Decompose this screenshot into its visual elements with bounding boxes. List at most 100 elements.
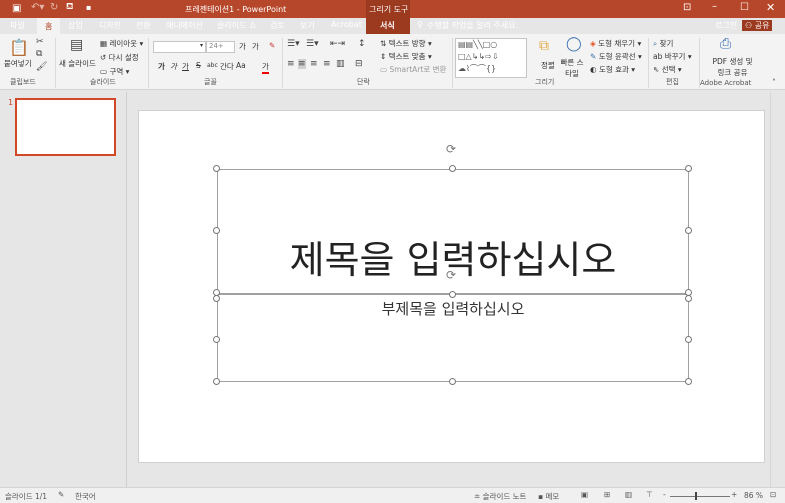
resize-handle[interactable]	[685, 227, 692, 234]
arrange-icon[interactable]: ⧉	[539, 38, 549, 54]
tab-view[interactable]: 보기	[300, 20, 315, 31]
resize-handle[interactable]	[213, 295, 220, 302]
section-button[interactable]: ▭ 구역 ▾	[100, 66, 129, 77]
ribbon-display-icon[interactable]: ⊡	[683, 2, 691, 13]
customize-qat-icon[interactable]: ▪	[86, 3, 91, 12]
numbering-icon[interactable]: ☰▾	[306, 39, 319, 49]
slide-sorter-icon[interactable]: ⊞	[604, 490, 610, 499]
slide-thumbnail[interactable]	[15, 98, 116, 156]
resize-handle[interactable]	[213, 378, 220, 385]
justify-icon[interactable]: ≡	[323, 59, 331, 69]
italic-button[interactable]: 가	[170, 61, 177, 72]
reset-button[interactable]: ↺ 다시 설정	[100, 52, 139, 63]
resize-handle[interactable]	[685, 336, 692, 343]
language-indicator[interactable]: 한국어	[75, 491, 96, 502]
reading-view-icon[interactable]: ▥	[625, 490, 632, 499]
signin-link[interactable]: 로그인	[715, 20, 737, 31]
strikethrough-button[interactable]: S	[196, 61, 201, 70]
subtitle-text[interactable]: 부제목을 입력하십시오	[218, 298, 688, 319]
rotate-handle-icon[interactable]: ⟳	[446, 142, 456, 156]
new-slide-icon[interactable]: ▤	[70, 37, 83, 53]
columns-icon[interactable]: ▥	[336, 59, 345, 69]
shrink-font-button[interactable]: 가	[252, 41, 259, 52]
align-text-button[interactable]: ⇕ 텍스트 맞춤 ▾	[380, 51, 432, 62]
tab-file[interactable]: 파일	[10, 20, 25, 31]
align-left-icon[interactable]: ≡	[287, 59, 295, 69]
zoom-slider-thumb[interactable]	[695, 492, 698, 500]
tab-animations[interactable]: 애니메이션	[166, 20, 203, 31]
format-painter-icon[interactable]: 🖌	[36, 62, 47, 72]
resize-handle[interactable]	[449, 165, 456, 172]
bold-button[interactable]: 가	[158, 61, 165, 72]
resize-handle[interactable]	[685, 295, 692, 302]
text-direction-button[interactable]: ⇅ 텍스트 방향 ▾	[380, 38, 432, 49]
quick-styles-button[interactable]: 빠른 스타일	[558, 57, 586, 79]
resize-handle[interactable]	[213, 227, 220, 234]
pdf-create-button[interactable]: PDF 생성 및 링크 공유	[705, 56, 760, 78]
undo-icon[interactable]: ↶▾	[31, 2, 44, 13]
cut-icon[interactable]: ✂	[36, 37, 44, 47]
font-name-select[interactable]: ▾	[153, 41, 206, 53]
resize-handle[interactable]	[213, 165, 220, 172]
resize-handle[interactable]	[213, 336, 220, 343]
pdf-share-icon[interactable]: ⎙	[720, 36, 731, 52]
shadow-button[interactable]: abc	[207, 62, 218, 69]
notes-button[interactable]: ≐ 슬라이드 노트	[474, 491, 526, 502]
line-spacing-icon[interactable]: ↕	[358, 39, 366, 49]
tab-format[interactable]: 서식	[380, 20, 395, 31]
select-button[interactable]: ⇖ 선택 ▾	[653, 64, 682, 75]
collapse-ribbon-icon[interactable]: ˄	[772, 78, 776, 87]
save-icon[interactable]: ▣	[12, 3, 21, 14]
paste-button[interactable]: 붙여넣기	[4, 58, 32, 69]
zoom-level[interactable]: 86 %	[744, 491, 763, 500]
shape-outline-button[interactable]: ✎ 도형 윤곽선 ▾	[590, 51, 642, 62]
font-size-select[interactable]: 24+	[206, 41, 235, 53]
zoom-out-button[interactable]: -	[663, 490, 666, 499]
clear-formatting-button[interactable]: ✎	[269, 41, 275, 50]
arrange-button[interactable]: 정렬	[541, 60, 555, 71]
tell-me-input[interactable]: 수행할 작업을 알려 주세요.	[427, 20, 518, 31]
zoom-in-button[interactable]: +	[731, 490, 737, 499]
tab-transitions[interactable]: 전환	[136, 20, 151, 31]
subtitle-placeholder[interactable]: 부제목을 입력하십시오	[217, 294, 689, 382]
replace-button[interactable]: ab 바꾸기 ▾	[653, 51, 692, 62]
tab-review[interactable]: 검토	[270, 20, 285, 31]
indent-icons[interactable]: ⇤⇥	[330, 39, 345, 49]
align-right-icon[interactable]: ≡	[310, 59, 318, 69]
vertical-scrollbar[interactable]	[770, 92, 785, 487]
align-center-icon[interactable]: ≡	[298, 59, 306, 69]
bullets-icon[interactable]: ☰▾	[287, 39, 300, 49]
copy-icon[interactable]: ⧉	[36, 49, 42, 59]
minimize-button[interactable]: –	[712, 1, 717, 12]
redo-icon[interactable]: ↻	[50, 2, 58, 13]
resize-handle[interactable]	[685, 165, 692, 172]
rotate-handle-icon[interactable]: ⟳	[446, 268, 456, 282]
tab-slideshow[interactable]: 슬라이드 쇼	[217, 20, 256, 31]
find-button[interactable]: ⌕ 찾기	[653, 38, 673, 49]
slide-canvas[interactable]: 제목을 입력하십시오 부제목을 입력하십시오 ⟳ ⟳	[138, 110, 765, 463]
resize-handle[interactable]	[449, 291, 456, 298]
shape-effects-button[interactable]: ◐ 도형 효과 ▾	[590, 64, 635, 75]
resize-handle[interactable]	[685, 378, 692, 385]
paste-icon[interactable]: 📋	[9, 38, 29, 57]
quick-styles-icon[interactable]: ◯	[566, 36, 582, 52]
tab-acrobat[interactable]: Acrobat	[331, 20, 362, 29]
tab-design[interactable]: 디자인	[99, 20, 121, 31]
resize-handle[interactable]	[449, 378, 456, 385]
tab-insert[interactable]: 삽입	[68, 20, 83, 31]
layout-button[interactable]: ▦ 레이아웃 ▾	[100, 38, 143, 49]
zoom-slider[interactable]	[670, 496, 730, 497]
text-columns-icon[interactable]: ⊟	[355, 59, 363, 69]
change-case-button[interactable]: Aa	[236, 61, 246, 70]
comments-button[interactable]: ▪ 메모	[538, 491, 559, 502]
underline-button[interactable]: 가	[182, 61, 189, 72]
char-spacing-button[interactable]: 간다	[220, 61, 234, 72]
shape-fill-button[interactable]: ◈ 도형 채우기 ▾	[590, 38, 641, 49]
spellcheck-icon[interactable]: ✎	[58, 490, 64, 499]
maximize-button[interactable]: ☐	[740, 2, 749, 13]
start-slideshow-icon[interactable]: ⛾	[66, 2, 73, 13]
close-button[interactable]: ✕	[766, 1, 775, 14]
share-button[interactable]: ⚇ 공유	[742, 20, 773, 31]
font-color-button[interactable]: 가	[262, 61, 269, 74]
tab-home[interactable]: 홈	[37, 18, 61, 34]
